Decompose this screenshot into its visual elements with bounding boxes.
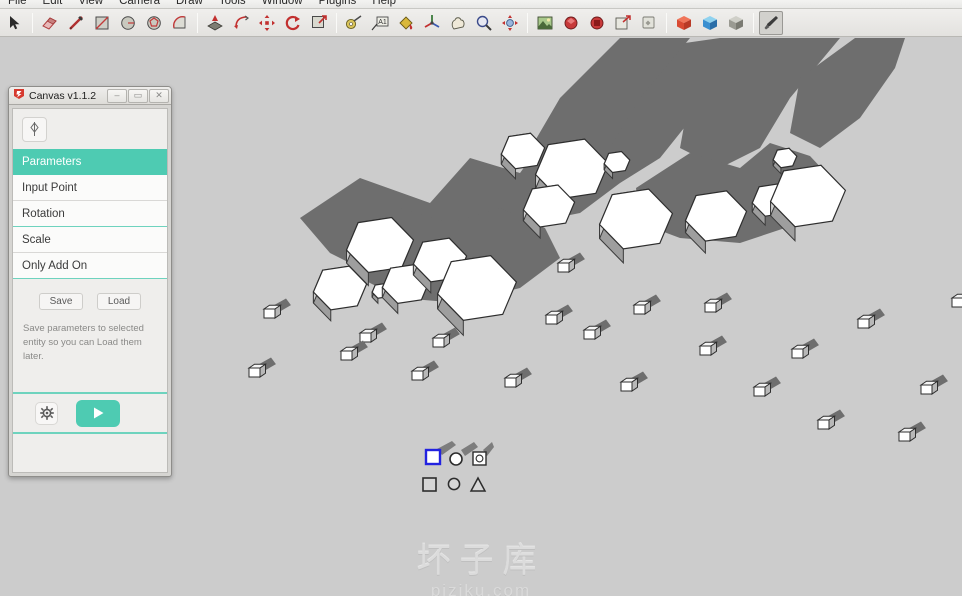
toolbar-separator	[666, 12, 667, 33]
list-item-scale[interactable]: Scale	[13, 227, 167, 253]
axes-tool[interactable]	[420, 11, 444, 35]
paint-bucket-tool[interactable]	[394, 11, 418, 35]
toolbar-separator	[336, 12, 337, 33]
circle-outline[interactable]	[447, 477, 461, 491]
minimize-button[interactable]: –	[107, 88, 127, 103]
dialog-tool-row	[13, 109, 167, 149]
magnifier-zoom-tool[interactable]	[472, 11, 496, 35]
toolbar-group-construction: A1	[341, 11, 523, 35]
dialog-footer	[13, 392, 167, 434]
menu-bar-items: File Edit View Camera Draw Tools Window …	[0, 0, 404, 8]
toolbar-separator	[197, 12, 198, 33]
component-export-tool[interactable]	[611, 11, 635, 35]
dialog-title-bar[interactable]: Canvas v1.1.2 – ▭ ✕	[9, 87, 171, 105]
menu-item-plugins[interactable]: Plugins	[311, 0, 365, 8]
menu-item-tools[interactable]: Tools	[211, 0, 254, 8]
list-item-label: Rotation	[22, 207, 65, 220]
toolbar-separator	[32, 12, 33, 33]
menu-item-draw[interactable]: Draw	[168, 0, 211, 8]
menu-item-file[interactable]: File	[0, 0, 35, 8]
list-item-label: Input Point	[22, 181, 77, 194]
canvas-plugin-dialog[interactable]: Canvas v1.1.2 – ▭ ✕ Parameters Input Poi…	[8, 86, 172, 477]
toolbar-group-select	[2, 11, 28, 35]
canvas-plugin-red-tool[interactable]	[672, 11, 696, 35]
canvas-logo-icon	[13, 88, 25, 103]
list-item-only-add-on[interactable]: Only Add On	[13, 253, 167, 279]
menu-item-camera[interactable]: Camera	[111, 0, 168, 8]
followme-tool[interactable]	[229, 11, 253, 35]
text-label-tool[interactable]: A1	[368, 11, 392, 35]
orbit-hand-tool[interactable]	[446, 11, 470, 35]
scale-tool[interactable]	[307, 11, 331, 35]
toolbar-group-scenes	[532, 11, 662, 35]
maximize-button[interactable]: ▭	[128, 88, 148, 103]
list-item-label: Parameters	[22, 155, 82, 168]
tape-measure-tool[interactable]	[342, 11, 366, 35]
select-arrow-tool[interactable]	[3, 11, 27, 35]
polygon-swatch[interactable]	[472, 451, 487, 466]
square-outline[interactable]	[422, 477, 437, 492]
list-item-parameters[interactable]: Parameters	[13, 149, 167, 175]
circle-swatch[interactable]	[449, 452, 463, 466]
dialog-parameter-list: Parameters Input Point Rotation Scale On…	[13, 149, 167, 279]
rectangle-tool[interactable]	[90, 11, 114, 35]
dialog-blank-area	[13, 434, 167, 472]
svg-text:A1: A1	[378, 19, 387, 26]
canvas-plugin-blue-tool[interactable]	[698, 11, 722, 35]
list-item-label: Scale	[22, 233, 51, 246]
component-add-tool[interactable]	[559, 11, 583, 35]
play-triangle-icon	[94, 407, 104, 419]
pushpull-tool[interactable]	[203, 11, 227, 35]
menu-item-edit[interactable]: Edit	[35, 0, 71, 8]
menu-item-window[interactable]: Window	[254, 0, 311, 8]
move-arrows-tool[interactable]	[255, 11, 279, 35]
zoom-extents-tool[interactable]	[498, 11, 522, 35]
arc-tool[interactable]	[168, 11, 192, 35]
canvas-brush-tool[interactable]	[759, 10, 783, 35]
toolbar-group-modify	[202, 11, 332, 35]
eraser-tool[interactable]	[38, 11, 62, 35]
polygon-tool[interactable]	[142, 11, 166, 35]
canvas-plugin-gray-tool[interactable]	[724, 11, 748, 35]
input-point-marker-icon[interactable]	[22, 116, 47, 142]
toolbar-group-draw	[37, 11, 193, 35]
toolbar-separator	[753, 12, 754, 33]
circle-tool[interactable]	[116, 11, 140, 35]
load-button[interactable]: Load	[97, 293, 141, 310]
save-button[interactable]: Save	[39, 293, 83, 310]
dialog-title: Canvas v1.1.2	[29, 89, 97, 102]
gear-icon[interactable]	[35, 401, 58, 425]
toolbar-group-canvas-brush	[758, 10, 784, 35]
menu-item-help[interactable]: Help	[364, 0, 404, 8]
list-item-input-point[interactable]: Input Point	[13, 175, 167, 201]
save-load-button-row: Save Load	[23, 293, 157, 310]
component-edit-tool[interactable]	[585, 11, 609, 35]
main-toolbar: A1	[0, 9, 962, 37]
list-item-label: Only Add On	[22, 259, 88, 272]
rotate-tool[interactable]	[281, 11, 305, 35]
toolbar-separator	[527, 12, 528, 33]
save-load-hint: Save parameters to selected entity so yo…	[23, 323, 144, 362]
square-swatch[interactable]	[424, 448, 442, 466]
close-button[interactable]: ✕	[149, 88, 169, 103]
picture-frame-tool[interactable]	[533, 11, 557, 35]
line-tool[interactable]	[64, 11, 88, 35]
list-item-rotation[interactable]: Rotation	[13, 201, 167, 227]
menu-item-view[interactable]: View	[70, 0, 111, 8]
menu-bar: File Edit View Camera Draw Tools Window …	[0, 0, 962, 9]
play-button[interactable]	[76, 399, 120, 427]
dialog-body: Parameters Input Point Rotation Scale On…	[12, 108, 168, 473]
dialog-save-load-area: Save Load Save parameters to selected en…	[13, 279, 167, 392]
box-card-tool[interactable]	[637, 11, 661, 35]
toolbar-group-canvas-plugin	[671, 11, 749, 35]
